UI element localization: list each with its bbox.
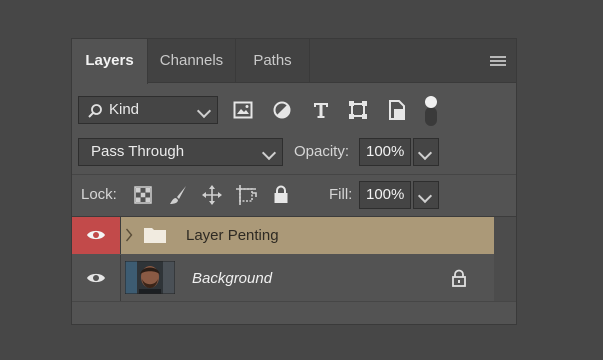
fill-label: Fill: (329, 186, 353, 203)
opacity-input[interactable]: 100% (359, 138, 411, 166)
blend-mode-value: Pass Through (91, 143, 185, 160)
lock-image-pixels-icon[interactable] (168, 184, 188, 206)
divider (72, 174, 516, 175)
tab-layers[interactable]: Layers (72, 39, 148, 84)
blend-mode-select[interactable]: Pass Through (78, 138, 283, 166)
prevent-auto-nesting-icon[interactable] (235, 184, 257, 206)
lock-all-icon[interactable] (273, 185, 289, 204)
filter-toggle-icon[interactable] (424, 95, 438, 127)
layer-name[interactable]: Background (192, 270, 272, 287)
lock-label: Lock: (81, 186, 117, 203)
eye-icon (87, 273, 105, 283)
chevron-down-icon (417, 188, 433, 204)
tab-paths[interactable]: Paths (236, 39, 310, 83)
fill-value: 100% (366, 186, 405, 203)
layer-visibility-toggle[interactable] (72, 255, 120, 301)
panel-menu-icon[interactable] (490, 56, 506, 68)
shape-filter-icon[interactable] (348, 100, 368, 120)
fill-dropdown-button[interactable] (413, 181, 439, 209)
fill-input[interactable]: 100% (359, 181, 411, 209)
opacity-label: Opacity: (294, 143, 350, 160)
layer-row[interactable]: Layer Penting (72, 217, 494, 254)
chevron-down-icon (261, 145, 277, 161)
layers-scrollbar[interactable] (494, 217, 516, 301)
chevron-down-icon (196, 103, 212, 119)
opacity-dropdown-button[interactable] (413, 138, 439, 166)
filter-kind-label: Kind (109, 101, 140, 118)
divider (72, 301, 516, 302)
layer-visibility-toggle[interactable] (72, 217, 120, 254)
smart-object-filter-icon[interactable] (388, 100, 406, 120)
layer-name[interactable]: Layer Penting (186, 227, 279, 244)
lock-position-icon[interactable] (201, 184, 223, 206)
divider (120, 255, 121, 301)
opacity-value: 100% (366, 143, 405, 160)
tab-channels[interactable]: Channels (148, 39, 236, 83)
layers-panel: Layers Channels Paths Kind Pass Through … (71, 38, 517, 325)
panel-tab-bar: Layers Channels Paths (72, 39, 516, 84)
search-icon (88, 104, 102, 118)
layer-thumbnail (125, 261, 175, 294)
adjustment-filter-icon[interactable] (273, 101, 291, 119)
eye-icon (87, 230, 105, 240)
chevron-down-icon (417, 145, 433, 161)
filter-kind-select[interactable]: Kind (78, 96, 218, 124)
layer-row[interactable]: Background (72, 255, 494, 301)
chevron-right-icon[interactable] (125, 228, 133, 242)
folder-icon (144, 228, 166, 243)
lock-transparent-pixels-icon[interactable] (134, 186, 152, 204)
image-filter-icon[interactable] (233, 101, 253, 119)
type-filter-icon[interactable] (312, 101, 330, 119)
lock-icon[interactable] (451, 269, 467, 287)
divider (120, 217, 121, 254)
